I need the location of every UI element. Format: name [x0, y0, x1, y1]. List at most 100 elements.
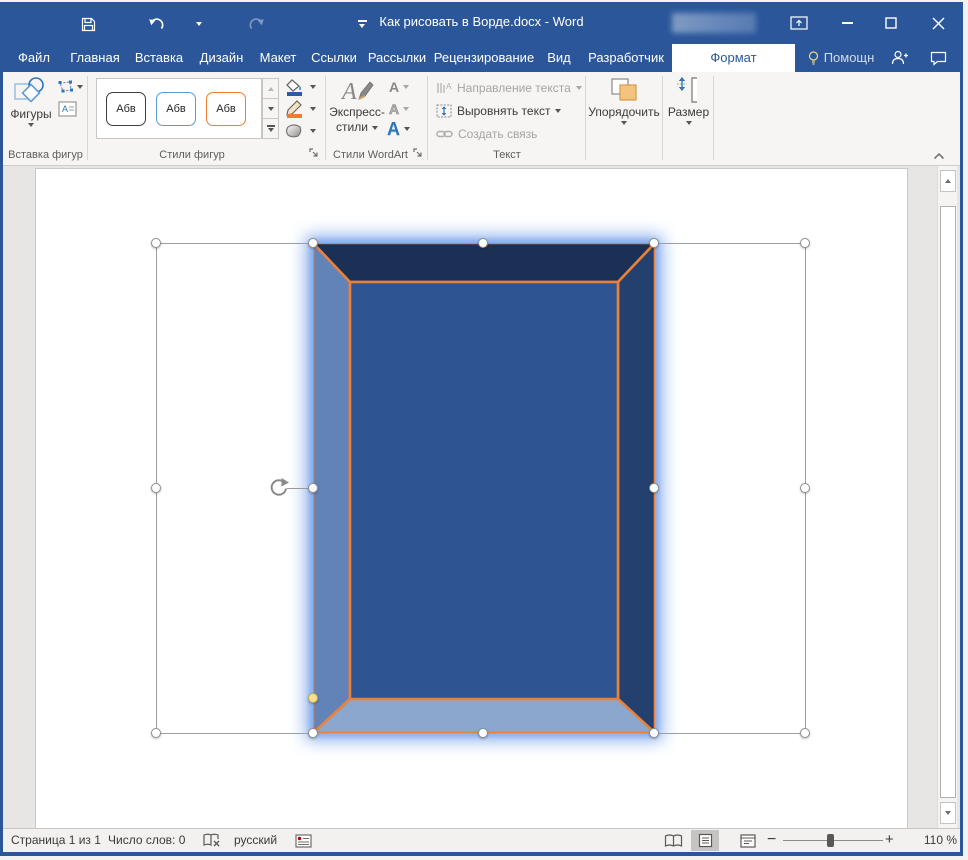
- tab-references[interactable]: Ссылки: [305, 44, 363, 72]
- resize-handle[interactable]: [308, 483, 318, 493]
- comments-button[interactable]: [922, 44, 954, 72]
- shape-adjustment-handle[interactable]: [308, 693, 318, 703]
- maximize-button[interactable]: [876, 10, 906, 36]
- tab-design[interactable]: Дизайн: [192, 44, 251, 72]
- resize-handle[interactable]: [151, 728, 161, 738]
- edit-shape-button[interactable]: [57, 79, 83, 94]
- create-link-button[interactable]: Создать связь: [436, 125, 537, 143]
- align-text-button[interactable]: Выровнять текст: [436, 102, 561, 120]
- shape-outline-button[interactable]: [284, 99, 316, 119]
- close-icon: [932, 17, 945, 30]
- zoom-out-button[interactable]: −: [767, 828, 776, 851]
- resize-handle[interactable]: [308, 238, 318, 248]
- arrange-label: Упорядочить: [588, 106, 659, 119]
- save-button[interactable]: [76, 14, 100, 34]
- undo-icon: [148, 17, 165, 31]
- tab-insert[interactable]: Вставка: [128, 44, 190, 72]
- group-wordart-styles: A Экспресс- стили A A A Стили WordArt: [325, 72, 428, 165]
- resize-handle[interactable]: [649, 483, 659, 493]
- scrollbar-thumb[interactable]: [940, 206, 956, 798]
- resize-handle[interactable]: [649, 728, 659, 738]
- shape-style-preset-1[interactable]: Абв: [106, 92, 146, 126]
- ribbon-display-options-button[interactable]: [786, 10, 812, 36]
- close-button[interactable]: [922, 10, 954, 36]
- tell-me-label: Помощн: [824, 44, 875, 72]
- collapse-ribbon-button[interactable]: [933, 152, 945, 160]
- chevron-down-icon: [310, 85, 316, 89]
- chevron-down-icon: [686, 121, 692, 125]
- person-add-icon: [891, 50, 908, 65]
- zoom-in-button[interactable]: +: [885, 828, 894, 851]
- undo-button[interactable]: [144, 14, 168, 34]
- resize-handle[interactable]: [478, 238, 488, 248]
- shapes-button[interactable]: Фигуры: [7, 76, 55, 127]
- triangle-down-icon: [268, 128, 274, 132]
- shape-fill-button[interactable]: [284, 77, 316, 97]
- svg-text:A: A: [62, 104, 68, 114]
- text-fill-button[interactable]: A: [389, 77, 409, 97]
- resize-handle[interactable]: [800, 238, 810, 248]
- arrange-button[interactable]: Упорядочить: [592, 76, 656, 125]
- resize-handle[interactable]: [151, 483, 161, 493]
- shape-style-preset-3[interactable]: Абв: [206, 92, 246, 126]
- web-layout-button[interactable]: [734, 830, 762, 851]
- triangle-up-icon: [268, 87, 274, 91]
- page-indicator[interactable]: Страница 1 из 1: [11, 829, 101, 852]
- text-box-button[interactable]: A: [58, 101, 77, 117]
- resize-handle[interactable]: [800, 483, 810, 493]
- shape-styles-dialog-launcher[interactable]: [309, 148, 320, 159]
- minimize-button[interactable]: [832, 10, 862, 36]
- gallery-scroll-up-button[interactable]: [262, 78, 279, 99]
- tab-layout[interactable]: Макет: [252, 44, 304, 72]
- undo-dropdown[interactable]: [192, 14, 206, 34]
- tab-review[interactable]: Рецензирование: [431, 44, 537, 72]
- word-count[interactable]: Число слов: 0: [108, 829, 185, 852]
- zoom-level[interactable]: 110 %: [905, 829, 957, 852]
- shape-effects-button[interactable]: [284, 121, 316, 141]
- minimize-icon: [842, 22, 853, 24]
- text-outline-button[interactable]: A: [389, 99, 409, 119]
- tab-developer[interactable]: Разработчик: [581, 44, 671, 72]
- quick-styles-button[interactable]: A Экспресс- стили: [331, 76, 383, 134]
- resize-handle[interactable]: [308, 728, 318, 738]
- language-indicator[interactable]: русский: [234, 829, 277, 852]
- tab-view[interactable]: Вид: [538, 44, 580, 72]
- proofing-status-button[interactable]: [203, 833, 221, 856]
- group-divider: [713, 76, 714, 160]
- text-effects-button[interactable]: A: [387, 119, 410, 139]
- print-layout-button[interactable]: [691, 830, 719, 851]
- scroll-down-button[interactable]: [940, 802, 956, 824]
- tell-me-box[interactable]: Помощн: [798, 44, 884, 72]
- text-direction-button[interactable]: A Направление текста: [436, 79, 582, 97]
- proofing-book-icon: [203, 833, 221, 848]
- group-shape-styles: Абв Абв Абв: [88, 72, 326, 165]
- print-layout-icon: [698, 833, 713, 848]
- read-mode-icon: [664, 834, 683, 848]
- tab-mailings[interactable]: Рассылки: [364, 44, 430, 72]
- language-settings-button[interactable]: [295, 833, 312, 856]
- read-mode-button[interactable]: [659, 830, 687, 851]
- gallery-more-button[interactable]: [262, 119, 279, 139]
- chevron-down-icon: [310, 129, 316, 133]
- zoom-slider-thumb[interactable]: [827, 834, 834, 847]
- tab-format[interactable]: Формат: [672, 44, 795, 72]
- gallery-scroll-down-button[interactable]: [262, 99, 279, 119]
- scroll-up-button[interactable]: [940, 170, 956, 192]
- resize-handle[interactable]: [478, 728, 488, 738]
- size-icon: [676, 76, 702, 104]
- resize-handle[interactable]: [151, 238, 161, 248]
- share-button[interactable]: [886, 44, 912, 72]
- shape-effects-icon: [284, 122, 306, 140]
- resize-handle[interactable]: [649, 238, 659, 248]
- size-button[interactable]: Размер: [666, 76, 711, 125]
- tab-home[interactable]: Главная: [62, 44, 128, 72]
- bevel-shape[interactable]: [313, 243, 655, 733]
- rotation-handle[interactable]: [267, 477, 290, 500]
- wordart-dialog-launcher[interactable]: [413, 148, 424, 159]
- triangle-up-icon: [945, 179, 951, 183]
- tab-file[interactable]: Файл: [10, 44, 58, 72]
- keyboard-panel-icon: [295, 834, 312, 848]
- resize-handle[interactable]: [800, 728, 810, 738]
- shape-style-preset-2[interactable]: Абв: [156, 92, 196, 126]
- group-arrange: Упорядочить: [586, 72, 663, 165]
